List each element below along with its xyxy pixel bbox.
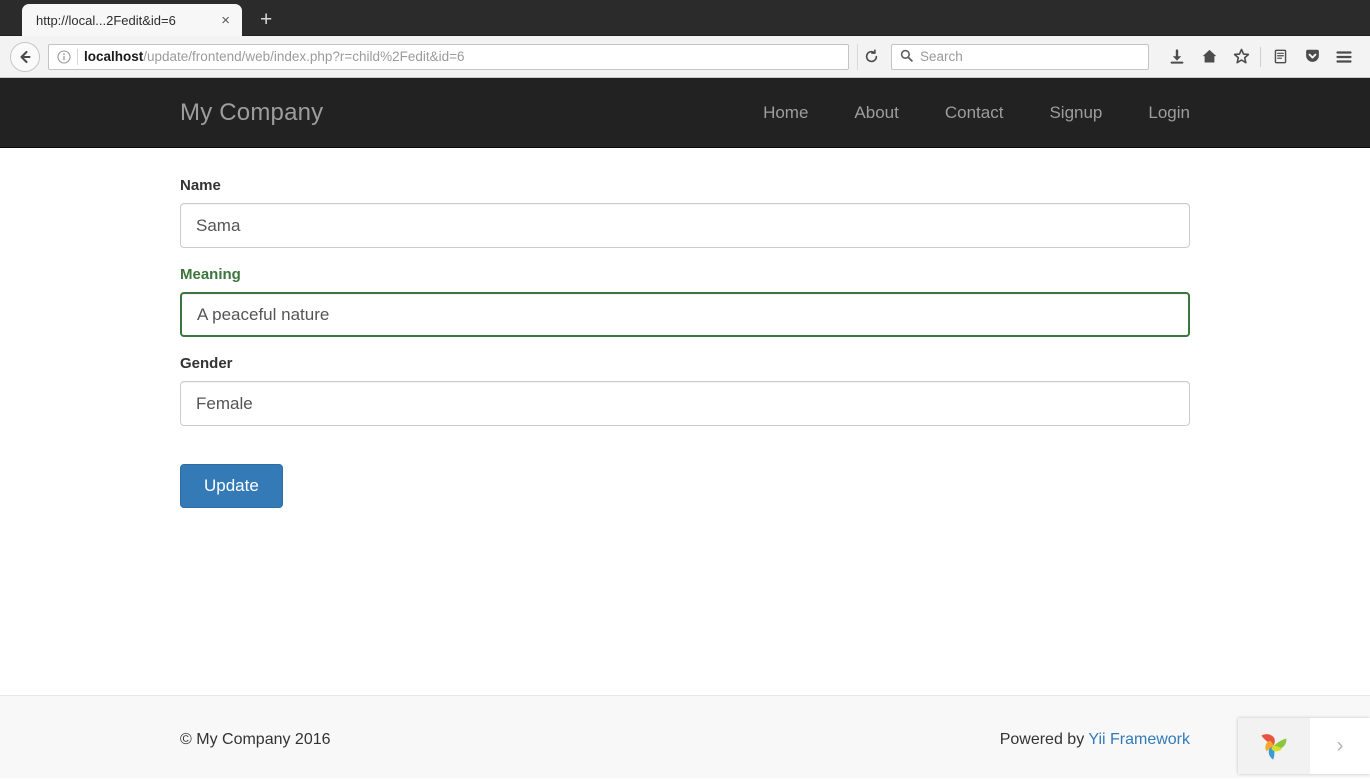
chevron-right-icon[interactable]: ›: [1310, 718, 1370, 774]
name-label: Name: [180, 177, 221, 194]
new-tab-button[interactable]: +: [248, 9, 284, 36]
navigation-toolbar: localhost/update/frontend/web/index.php?…: [0, 36, 1370, 78]
child-edit-form: Name Sama Meaning A peaceful nature Gend…: [180, 177, 1190, 509]
brand-link[interactable]: My Company: [180, 99, 323, 127]
form-group-gender: Gender Female: [180, 355, 1190, 426]
copyright-text: © My Company 2016: [180, 731, 331, 748]
main-nav: Home About Contact Signup Login: [740, 103, 1190, 123]
url-path: /update/frontend/web/index.php?r=child%2…: [143, 49, 465, 64]
form-group-meaning: Meaning A peaceful nature: [180, 266, 1190, 337]
browser-tab[interactable]: http://local...2Fedit&id=6 ×: [22, 4, 242, 36]
toolbar-divider: [1260, 46, 1261, 67]
search-placeholder: Search: [920, 49, 963, 64]
footer-inner: © My Company 2016 Powered by Yii Framewo…: [180, 696, 1190, 778]
page-viewport: My Company Home About Contact Signup Log…: [0, 78, 1370, 778]
library-icon[interactable]: [1264, 42, 1296, 72]
nav-item-contact[interactable]: Contact: [922, 103, 1027, 123]
home-icon[interactable]: [1193, 42, 1225, 72]
menu-hamburger-icon[interactable]: [1328, 42, 1360, 72]
url-bar[interactable]: localhost/update/frontend/web/index.php?…: [48, 43, 849, 70]
bookmark-star-icon[interactable]: [1225, 42, 1257, 72]
nav-item-login[interactable]: Login: [1125, 103, 1190, 123]
site-footer: © My Company 2016 Powered by Yii Framewo…: [0, 695, 1370, 778]
name-input[interactable]: Sama: [180, 203, 1190, 248]
downloads-icon[interactable]: [1161, 42, 1193, 72]
navbar-inner: My Company Home About Contact Signup Log…: [180, 78, 1190, 147]
url-host: localhost: [84, 49, 144, 64]
browser-chrome: http://local...2Fedit&id=6 × + localhost…: [0, 0, 1370, 78]
pocket-icon[interactable]: [1296, 42, 1328, 72]
tab-title: http://local...2Fedit&id=6: [36, 12, 176, 28]
reload-icon[interactable]: [857, 43, 885, 70]
gender-input[interactable]: Female: [180, 381, 1190, 426]
url-separator: [77, 48, 78, 65]
meaning-label: Meaning: [180, 266, 241, 283]
form-group-name: Name Sama: [180, 177, 1190, 248]
url-text: localhost/update/frontend/web/index.php?…: [84, 49, 844, 64]
yii-framework-link[interactable]: Yii Framework: [1088, 731, 1190, 748]
info-icon[interactable]: [53, 49, 75, 65]
nav-item-signup[interactable]: Signup: [1026, 103, 1125, 123]
search-input[interactable]: Search: [891, 43, 1149, 70]
search-icon: [900, 49, 913, 65]
site-navbar: My Company Home About Contact Signup Log…: [0, 78, 1370, 148]
nav-item-home[interactable]: Home: [740, 103, 831, 123]
tab-close-icon[interactable]: ×: [215, 13, 236, 28]
tab-strip: http://local...2Fedit&id=6 × +: [0, 0, 1370, 36]
back-arrow-icon[interactable]: [10, 41, 40, 72]
pinwheel-leaf-logo-icon[interactable]: [1238, 718, 1310, 774]
content-container: Name Sama Meaning A peaceful nature Gend…: [180, 148, 1190, 509]
corner-widget[interactable]: ›: [1238, 718, 1370, 774]
nav-item-about[interactable]: About: [831, 103, 921, 123]
powered-by-prefix: Powered by: [999, 731, 1089, 748]
gender-label: Gender: [180, 355, 233, 372]
powered-by-text: Powered by Yii Framework: [1000, 731, 1190, 749]
meaning-input[interactable]: A peaceful nature: [180, 292, 1190, 337]
update-button[interactable]: Update: [180, 464, 283, 509]
